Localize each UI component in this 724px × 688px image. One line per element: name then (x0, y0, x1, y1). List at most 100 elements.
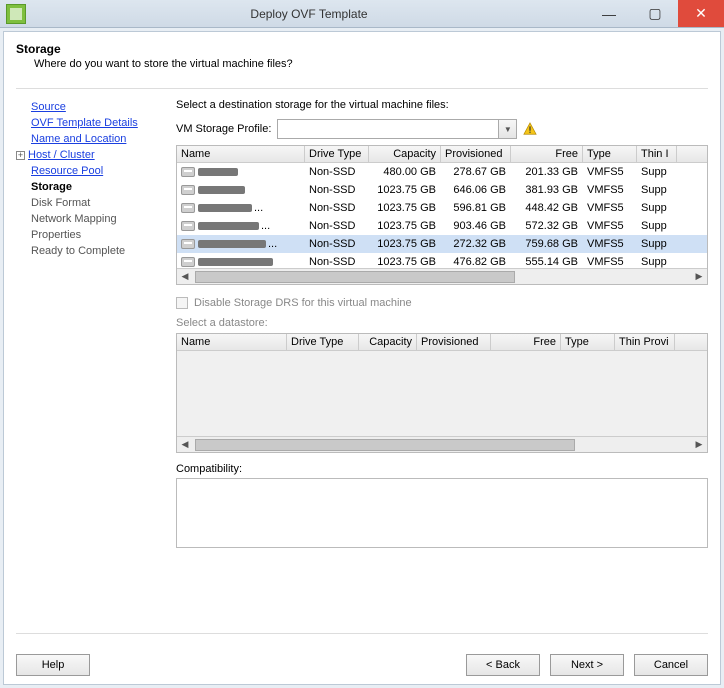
cell: VMFS5 (583, 183, 637, 197)
chevron-down-icon: ▼ (498, 120, 516, 138)
scroll-right-icon[interactable]: ▶ (691, 439, 707, 450)
col2-capacity[interactable]: Capacity (359, 334, 417, 350)
nav-label: Resource Pool (31, 163, 103, 179)
cell: 596.81 GB (441, 201, 511, 215)
help-button[interactable]: Help (16, 654, 90, 676)
nav-label: Host / Cluster (28, 147, 95, 163)
nav-item-source[interactable]: Source (16, 99, 166, 115)
col2-free[interactable]: Free (491, 334, 561, 350)
storage-row[interactable]: Non-SSD1023.75 GB476.82 GB555.14 GBVMFS5… (177, 253, 707, 268)
datastore-icon (181, 185, 195, 195)
nav-label: Network Mapping (31, 211, 117, 227)
redacted-name (198, 222, 259, 230)
datastore-scrollbar[interactable]: ◀ ▶ (177, 436, 707, 452)
col2-drive-type[interactable]: Drive Type (287, 334, 359, 350)
col-name[interactable]: Name (177, 146, 305, 162)
footer-divider (16, 633, 708, 634)
redacted-name (198, 258, 273, 266)
compatibility-box (176, 478, 708, 548)
col2-thin[interactable]: Thin Provi (615, 334, 675, 350)
cell: 278.67 GB (441, 165, 511, 179)
cell: VMFS5 (583, 201, 637, 215)
window-title: Deploy OVF Template (32, 7, 586, 21)
instruction-text: Select a destination storage for the vir… (176, 99, 708, 111)
nav-item-host-cluster[interactable]: +Host / Cluster (16, 147, 166, 163)
cell: Supp (637, 201, 677, 215)
next-button[interactable]: Next > (550, 654, 624, 676)
datastore-grid: Name Drive Type Capacity Provisioned Fre… (176, 333, 708, 453)
cell: Non-SSD (305, 165, 369, 179)
title-bar: Deploy OVF Template — ▢ ✕ (0, 0, 724, 28)
cell: Non-SSD (305, 219, 369, 233)
scroll-thumb[interactable] (195, 439, 575, 451)
cell: VMFS5 (583, 255, 637, 268)
cell: Non-SSD (305, 255, 369, 268)
redacted-name (198, 204, 252, 212)
grid-scrollbar[interactable]: ◀ ▶ (177, 268, 707, 284)
nav-item-network-mapping: Network Mapping (16, 211, 166, 227)
datastore-icon (181, 203, 195, 213)
disable-drs-checkbox (176, 297, 188, 309)
cell: Supp (637, 255, 677, 268)
col2-name[interactable]: Name (177, 334, 287, 350)
cell: 201.33 GB (511, 165, 583, 179)
nav-item-ovf-template-details[interactable]: OVF Template Details (16, 115, 166, 131)
cell: 381.93 GB (511, 183, 583, 197)
nav-item-storage[interactable]: Storage (16, 179, 166, 195)
disable-drs-label: Disable Storage DRS for this virtual mac… (194, 297, 412, 309)
compatibility-label: Compatibility: (176, 463, 708, 475)
nav-item-resource-pool[interactable]: Resource Pool (16, 163, 166, 179)
col-type[interactable]: Type (583, 146, 637, 162)
wizard-nav: SourceOVF Template DetailsName and Locat… (16, 99, 166, 625)
storage-profile-select[interactable]: ▼ (277, 119, 517, 139)
maximize-button[interactable]: ▢ (632, 0, 678, 27)
cell: Supp (637, 219, 677, 233)
nav-item-ready-to-complete: Ready to Complete (16, 243, 166, 259)
nav-label: Name and Location (31, 131, 126, 147)
col2-type[interactable]: Type (561, 334, 615, 350)
cell: 1023.75 GB (369, 237, 441, 251)
cell: 1023.75 GB (369, 219, 441, 233)
minimize-button[interactable]: — (586, 0, 632, 27)
storage-profile-label: VM Storage Profile: (176, 123, 271, 135)
col-thin[interactable]: Thin I (637, 146, 677, 162)
datastore-icon (181, 257, 195, 267)
scroll-left-icon[interactable]: ◀ (177, 439, 193, 450)
scroll-right-icon[interactable]: ▶ (691, 271, 707, 282)
cell: 476.82 GB (441, 255, 511, 268)
cell: 1023.75 GB (369, 201, 441, 215)
divider (16, 88, 708, 89)
cell: 555.14 GB (511, 255, 583, 268)
cell: 759.68 GB (511, 237, 583, 251)
storage-row[interactable]: ...Non-SSD1023.75 GB903.46 GB572.32 GBVM… (177, 217, 707, 235)
page-subheading: Where do you want to store the virtual m… (34, 58, 708, 70)
col-drive-type[interactable]: Drive Type (305, 146, 369, 162)
col-provisioned[interactable]: Provisioned (441, 146, 511, 162)
col-free[interactable]: Free (511, 146, 583, 162)
cell: 272.32 GB (441, 237, 511, 251)
cell-name: ... (177, 219, 305, 233)
redacted-name (198, 168, 238, 176)
scroll-left-icon[interactable]: ◀ (177, 271, 193, 282)
storage-row[interactable]: ...Non-SSD1023.75 GB272.32 GB759.68 GBVM… (177, 235, 707, 253)
storage-row[interactable]: Non-SSD480.00 GB278.67 GB201.33 GBVMFS5S… (177, 163, 707, 181)
cell: 572.32 GB (511, 219, 583, 233)
cell: Supp (637, 183, 677, 197)
warning-icon (523, 122, 537, 136)
scroll-thumb[interactable] (195, 271, 515, 283)
page-heading: Storage (16, 42, 708, 56)
col-capacity[interactable]: Capacity (369, 146, 441, 162)
nav-label: Ready to Complete (31, 243, 125, 259)
storage-row[interactable]: ...Non-SSD1023.75 GB596.81 GB448.42 GBVM… (177, 199, 707, 217)
datastore-icon (181, 167, 195, 177)
tree-expand-icon[interactable]: + (16, 151, 25, 160)
storage-row[interactable]: Non-SSD1023.75 GB646.06 GB381.93 GBVMFS5… (177, 181, 707, 199)
nav-item-properties: Properties (16, 227, 166, 243)
cell-name: ... (177, 237, 305, 251)
cell: 1023.75 GB (369, 183, 441, 197)
close-button[interactable]: ✕ (678, 0, 724, 27)
col2-provisioned[interactable]: Provisioned (417, 334, 491, 350)
cancel-button[interactable]: Cancel (634, 654, 708, 676)
back-button[interactable]: < Back (466, 654, 540, 676)
nav-item-name-and-location[interactable]: Name and Location (16, 131, 166, 147)
